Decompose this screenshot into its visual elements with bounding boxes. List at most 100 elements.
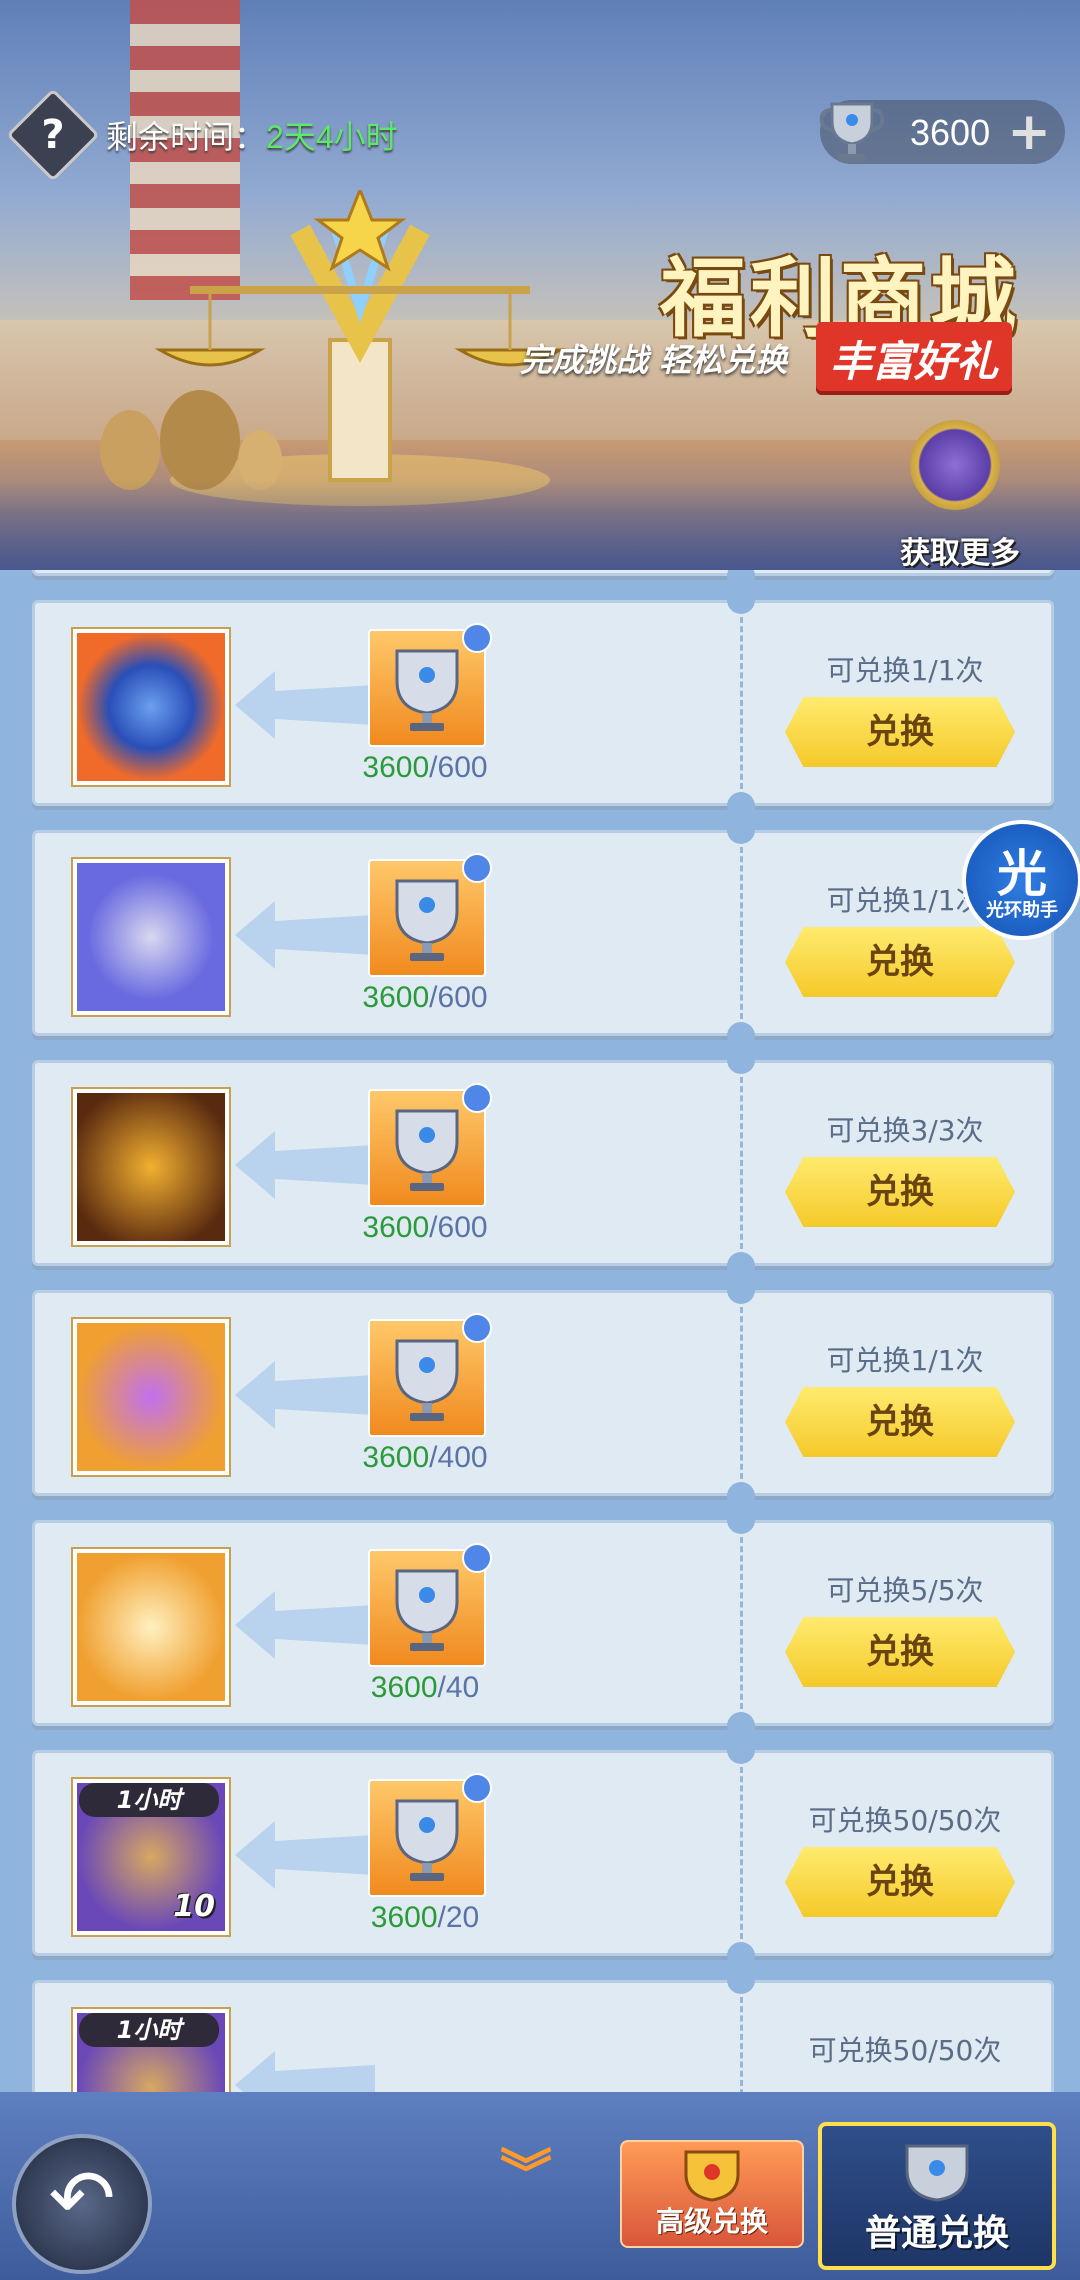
exchange-limit: 可兑换3/3次 [826, 1114, 984, 1147]
remaining-label: 剩余时间： [106, 119, 267, 155]
tab-advanced-exchange[interactable]: 高级兑换 [620, 2140, 804, 2248]
exchange-button[interactable]: 兑换 [785, 927, 1015, 997]
cost-text: 3600/400 [345, 1441, 505, 1475]
trophy-cost-icon [368, 1543, 492, 1667]
vases-icon [100, 390, 282, 490]
exchange-row: 103600/600 [32, 570, 1054, 590]
row-divider [740, 847, 743, 1019]
item-quantity: 10 [173, 1889, 215, 1924]
ticket-notch [727, 1966, 755, 1994]
clock-icon [462, 623, 492, 653]
cost-text: 3600/20 [345, 1901, 505, 1935]
cost-amount: /20 [437, 1901, 480, 1934]
clock-icon [462, 1543, 492, 1573]
ticket-notch [727, 1506, 755, 1534]
exchange-list[interactable]: 103600/6003600/600可兑换1/1次兑换3600/600可兑换1/… [0, 570, 1080, 2092]
exchange-limit: 可兑换50/50次 [808, 1804, 1002, 1837]
tab-normal-exchange[interactable]: 普通兑换 [818, 2122, 1056, 2270]
owned-amount: 3600 [362, 1441, 430, 1474]
owned-amount: 3600 [362, 1211, 430, 1244]
get-more-label[interactable]: 获取更多 [900, 528, 1020, 572]
exchange-button[interactable]: 兑换 [785, 697, 1015, 767]
left-arrow-icon [235, 2051, 375, 2092]
exchange-button[interactable]: 兑换 [785, 1157, 1015, 1227]
exchange-row: 1小时可兑换50/50次 [32, 1966, 1054, 2092]
left-arrow-icon [235, 1131, 375, 1199]
clock-icon [462, 1083, 492, 1113]
ticket-notch [727, 1276, 755, 1304]
golden-mask-icon[interactable] [73, 1089, 229, 1245]
tab-advanced-label: 高级兑换 [655, 2205, 768, 2238]
trophy-cost-icon [368, 1083, 492, 1207]
trophy-cost-icon [368, 853, 492, 977]
ticket-notch [727, 586, 755, 614]
assistant-badge[interactable]: 光 光环助手 [962, 820, 1080, 940]
exchange-row: 3600/600 可兑换3/3次兑换 [32, 1046, 1054, 1280]
cost-text: 3600/600 [345, 981, 505, 1015]
cost-text: 3600/600 [345, 1211, 505, 1245]
back-arrow-icon[interactable]: ↶ [16, 2152, 148, 2245]
cost-amount: /600 [429, 1211, 488, 1244]
row-divider [740, 1537, 743, 1709]
left-arrow-icon [235, 1591, 375, 1659]
remaining-time: 剩余时间：2天4小时 [106, 112, 398, 158]
duration-badge: 1小时 [79, 1783, 219, 1817]
trophy-count: 3600 [910, 112, 991, 153]
tab-normal-label: 普通兑换 [864, 2213, 1009, 2254]
exchange-button[interactable]: 兑换 [785, 1847, 1015, 1917]
left-arrow-icon [235, 1821, 375, 1889]
exchange-row: 3600/600 可兑换1/1次 兑换 [32, 816, 1054, 1050]
cost-amount: /400 [429, 1441, 488, 1474]
cost-text: 3600/600 [345, 751, 505, 785]
ticket-notch [727, 1046, 755, 1074]
clock-icon [462, 1313, 492, 1343]
trophy-currency: 3600 + [819, 100, 1065, 164]
hourglass-icon[interactable] [73, 859, 229, 1015]
exchange-limit: 可兑换5/5次 [826, 1574, 984, 1607]
rainbow-gem-icon[interactable] [73, 1319, 229, 1475]
exchange-limit: 可兑换50/50次 [808, 2034, 1002, 2067]
back-button[interactable]: ↶ [12, 2134, 152, 2274]
scroll-icon[interactable] [73, 1549, 229, 1705]
get-more-button[interactable] [910, 420, 1000, 510]
exchange-limit: 可兑换1/1次 [826, 1344, 984, 1377]
row-divider [740, 1077, 743, 1249]
row-divider [740, 1767, 743, 1939]
blue-crystal-icon[interactable] [73, 629, 229, 785]
trophy-cost-icon [368, 623, 492, 747]
exchange-row: 3600/600 可兑换1/1次兑换 [32, 586, 1054, 820]
cost-text: 3600/40 [345, 1671, 505, 1705]
exchange-limit: 可兑换1/1次 [826, 654, 984, 687]
owned-amount: 3600 [370, 1901, 438, 1934]
silver-trophy-icon [819, 102, 885, 162]
cost-amount: /40 [437, 1671, 480, 1704]
clock-icon [462, 1773, 492, 1803]
double-chevron-down-icon[interactable]: ︾ [500, 2132, 552, 2207]
clock-icon [462, 853, 492, 883]
cost-amount: /600 [429, 981, 488, 1014]
remaining-value: 2天4小时 [266, 119, 398, 155]
exchange-button[interactable]: 兑换 [785, 1387, 1015, 1457]
plus-icon[interactable]: + [1007, 104, 1051, 160]
trophy-cost-icon [368, 1313, 492, 1437]
row-divider [740, 617, 743, 789]
owned-amount: 3600 [370, 1671, 438, 1704]
question-icon[interactable]: ? [20, 102, 86, 168]
duration-badge: 1小时 [79, 2013, 219, 2047]
shop-tag: 丰富好礼 [816, 322, 1013, 395]
owned-amount: 3600 [362, 751, 430, 784]
row-divider [740, 1997, 743, 2092]
left-arrow-icon [235, 671, 375, 739]
exchange-row: 3600/400 可兑换1/1次兑换 [32, 1276, 1054, 1510]
exchange-button[interactable]: 兑换 [785, 1617, 1015, 1687]
exchange-row: 3600/40 可兑换5/5次兑换 [32, 1506, 1054, 1740]
cost-amount: /600 [429, 751, 488, 784]
exchange-row: 1小时 10 3600/20 可兑换50/50次兑换 [32, 1736, 1054, 1970]
left-arrow-icon [235, 901, 375, 969]
assistant-label: 光环助手 [986, 900, 1058, 921]
trophy-cost-icon [368, 1773, 492, 1897]
shop-subtitle: 完成挑战 轻松兑换 [520, 341, 788, 379]
owned-amount: 3600 [362, 981, 430, 1014]
ticket-notch [727, 816, 755, 844]
left-arrow-icon [235, 1361, 375, 1429]
